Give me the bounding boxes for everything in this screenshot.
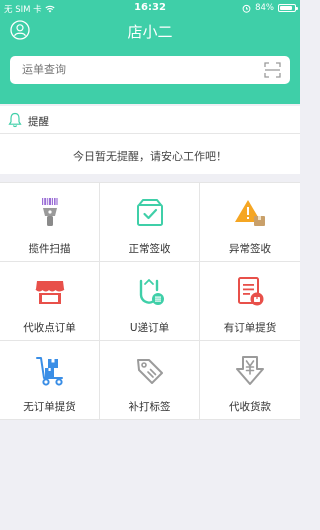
barcode-scanner-icon xyxy=(42,198,58,226)
grid-item-label: U递订单 xyxy=(129,322,170,334)
hand-truck-icon xyxy=(36,357,63,386)
tag-icon xyxy=(137,359,163,384)
alarm-icon xyxy=(242,4,251,13)
grid-item-label: 补打标签 xyxy=(128,401,171,413)
reminder-panel: 提醒 今日暂无提醒，请安心工作吧！ xyxy=(0,106,300,174)
grid-item-cash-on-delivery[interactable]: 代收货款 xyxy=(200,341,300,420)
search-input[interactable] xyxy=(22,63,252,76)
grid-item-u-delivery-orders[interactable]: U递订单 xyxy=(100,262,200,341)
reminder-message: 今日暂无提醒，请安心工作吧！ xyxy=(73,150,227,163)
function-grid: 揽件扫描 正常签收 异常签收 代收点订单 U递订单 有订单提货 无订单提货 补打… xyxy=(0,182,300,420)
grid-item-pickup-with-order[interactable]: 有订单提货 xyxy=(200,262,300,341)
bell-icon xyxy=(8,112,22,128)
grid-item-abnormal-signoff[interactable]: 异常签收 xyxy=(200,183,300,262)
grid-item-label: 有订单提货 xyxy=(223,322,277,334)
grid-item-label: 揽件扫描 xyxy=(28,243,71,255)
yen-download-icon xyxy=(236,356,264,385)
search-bar[interactable] xyxy=(10,56,290,84)
header: 无 SIM 卡 16:32 84% 店小二 xyxy=(0,0,300,104)
reminder-header: 提醒 xyxy=(0,106,300,134)
store-icon xyxy=(35,281,65,304)
battery-percent: 84% xyxy=(255,3,274,13)
grid-item-label: 代收点订单 xyxy=(23,322,76,334)
reminder-title: 提醒 xyxy=(28,116,49,128)
u-delivery-icon xyxy=(139,279,164,305)
grid-item-label: 正常签收 xyxy=(128,243,171,255)
grid-item-normal-signoff[interactable]: 正常签收 xyxy=(100,183,200,262)
grid-item-pickup-scan[interactable]: 揽件扫描 xyxy=(0,183,100,262)
grid-item-label: 代收货款 xyxy=(229,401,271,413)
grid-item-label: 无订单提货 xyxy=(23,401,76,413)
battery-fill xyxy=(280,6,292,10)
battery-icon xyxy=(278,4,298,12)
scan-icon[interactable] xyxy=(264,62,281,78)
grid-item-pickup-without-order[interactable]: 无订单提货 xyxy=(0,341,100,420)
grid-item-label: 异常签收 xyxy=(229,243,271,255)
warning-box-icon xyxy=(235,200,265,226)
status-bar: 无 SIM 卡 16:32 84% xyxy=(0,0,300,16)
grid-item-reprint-label[interactable]: 补打标签 xyxy=(100,341,200,420)
status-right: 84% xyxy=(242,3,298,13)
page-title: 店小二 xyxy=(127,23,173,41)
box-check-icon xyxy=(137,199,163,226)
grid-item-pickup-point-orders[interactable]: 代收点订单 xyxy=(0,262,100,341)
order-document-icon xyxy=(238,277,264,306)
